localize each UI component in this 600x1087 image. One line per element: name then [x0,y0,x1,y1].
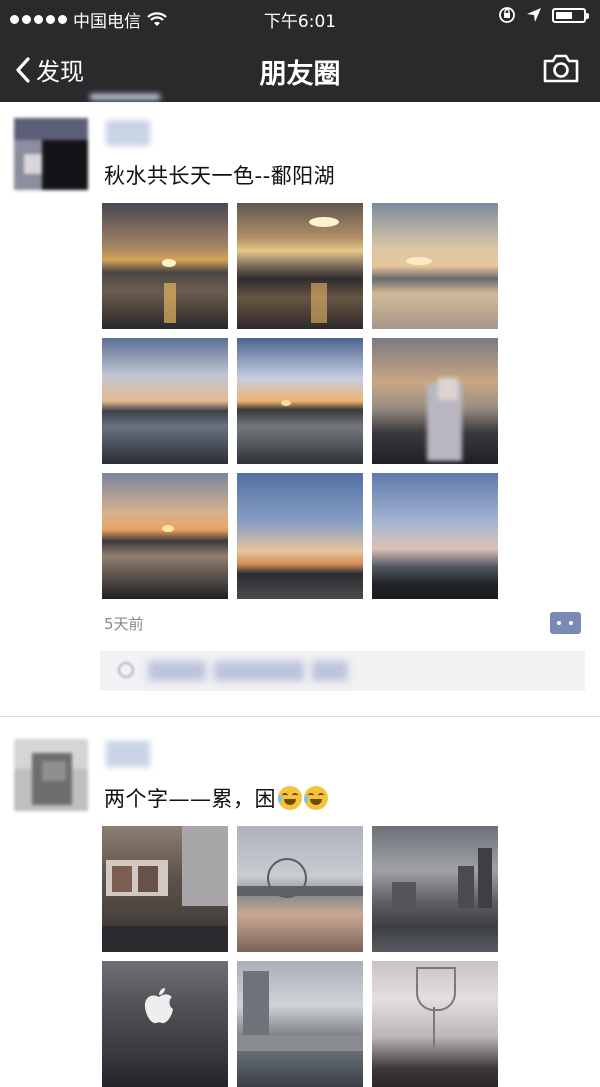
photo-thumbnail[interactable] [372,338,498,464]
post-time: 5天前 [104,615,144,633]
photo-thumbnail[interactable] [102,961,228,1087]
photo-thumbnail[interactable] [237,338,363,464]
photo-thumbnail[interactable] [372,826,498,952]
orientation-lock-icon [499,7,515,23]
post-text-row: 两个字——累，困 [104,783,328,813]
photo-thumbnail[interactable] [237,203,363,329]
post-text: 秋水共长天一色--鄱阳湖 [104,164,336,188]
avatar[interactable] [14,739,88,811]
photo-grid [102,203,498,599]
post-text: 两个字——累，困 [104,787,276,811]
comment-button[interactable] [550,612,581,634]
likes-section [100,651,585,691]
location-icon [527,8,541,22]
nav-bar: 发现 朋友圈 [0,36,600,102]
apple-logo-icon [144,988,173,1024]
user-name-link[interactable] [106,741,150,767]
status-right [498,6,589,24]
photo-thumbnail[interactable] [237,961,363,1087]
previous-post-remnant [90,94,160,100]
photo-thumbnail[interactable] [372,203,498,329]
status-bar: 中国电信 下午6:01 [0,0,600,36]
photo-thumbnail[interactable] [102,473,228,599]
page-title: 朋友圈 [259,59,341,90]
battery-icon [552,7,589,23]
heart-icon [118,662,134,678]
moment-post: 秋水共长天一色--鄱阳湖 5天前 [0,102,600,714]
photo-thumbnail[interactable] [372,961,498,1087]
photo-grid-2 [102,826,498,1087]
liker-name[interactable] [214,661,304,681]
battery-fill [556,11,572,19]
liker-name[interactable] [148,661,206,681]
liker-name[interactable] [312,661,348,681]
photo-thumbnail[interactable] [372,473,498,599]
crying-laughing-emoji [304,786,328,810]
photo-thumbnail[interactable] [237,826,363,952]
crying-laughing-emoji [278,786,302,810]
user-name-link[interactable] [106,120,150,146]
camera-icon [543,54,579,83]
camera-button[interactable] [542,52,580,88]
avatar[interactable] [14,118,88,190]
photo-thumbnail[interactable] [102,826,228,952]
photo-thumbnail[interactable] [102,203,228,329]
photo-thumbnail[interactable] [237,473,363,599]
photo-thumbnail[interactable] [102,338,228,464]
